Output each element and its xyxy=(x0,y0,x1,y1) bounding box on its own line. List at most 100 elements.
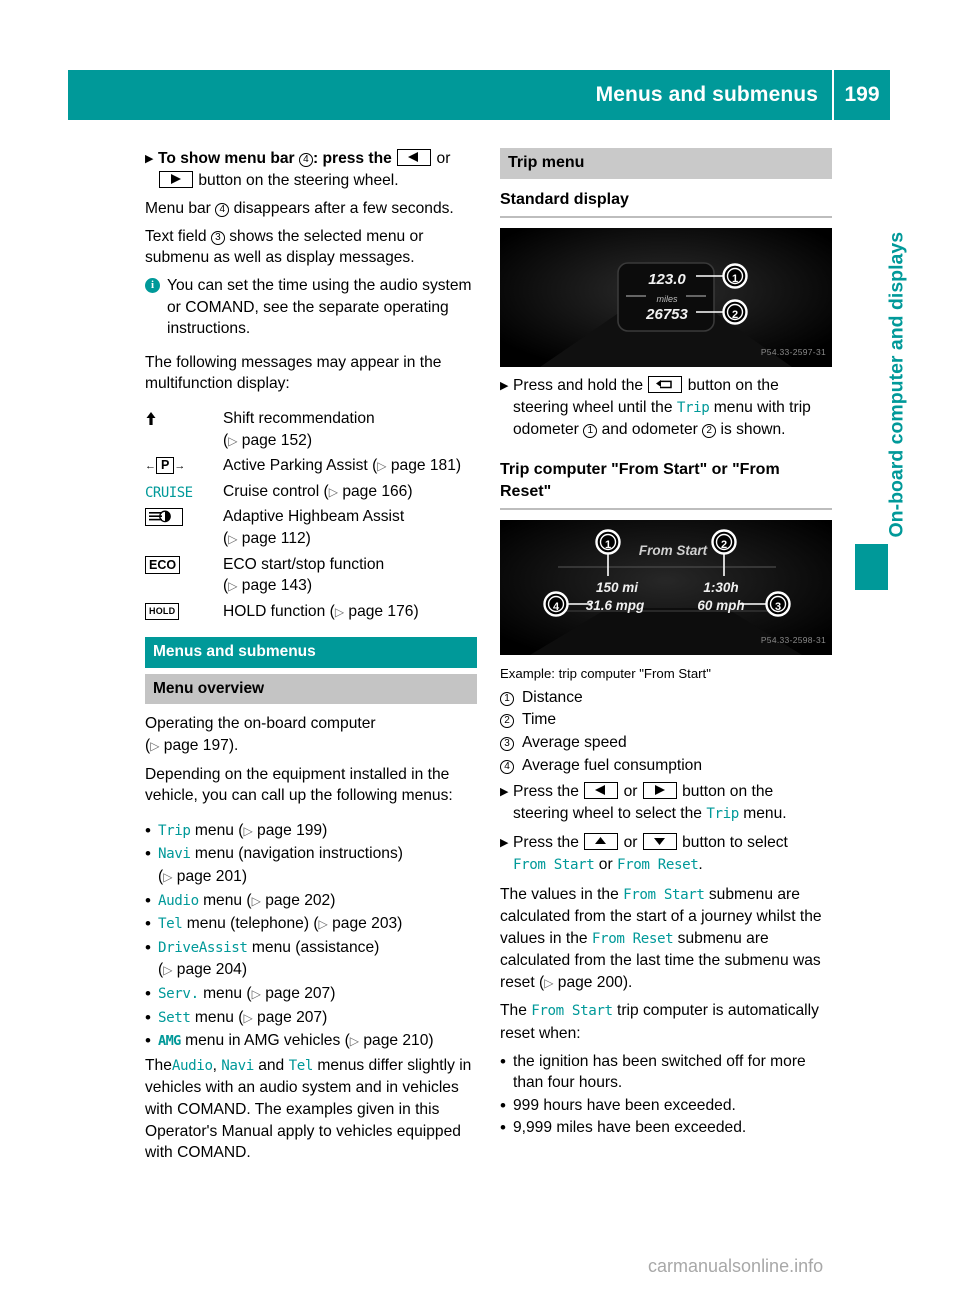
callout-3-icon: 3 xyxy=(210,230,225,245)
step-text: Press the or button on the steering whee… xyxy=(513,781,832,825)
menu-desc: menu (navigation instructions) xyxy=(194,845,403,863)
menu-term: Trip xyxy=(158,822,191,839)
list-item: • 999 hours have been exceeded. xyxy=(500,1095,832,1117)
callout-2-icon: 2 xyxy=(500,709,522,731)
step-arrow-icon: ▶ xyxy=(500,837,509,850)
page-ref: page 207 xyxy=(257,1008,323,1026)
page-ref-icon: ▷ xyxy=(163,870,173,885)
list-item: • 9,999 miles have been exceeded. xyxy=(500,1117,832,1139)
legend-label: Average fuel consumption xyxy=(522,756,703,774)
arrow-left-key-icon[interactable] xyxy=(584,782,619,800)
from-reset-term: From Reset xyxy=(616,856,699,873)
message-row: Adaptive Highbeam Assist (▷ page 112) xyxy=(145,506,477,550)
bullet-icon: • xyxy=(145,820,151,840)
bullet-icon: • xyxy=(145,984,151,1003)
step-arrow-icon: ▶ xyxy=(500,380,509,393)
info-note-text: You can set the time using the audio sys… xyxy=(167,276,472,338)
page-ref-icon: ▷ xyxy=(150,739,160,754)
list-item-text: Serv. menu (▷ page 207) xyxy=(158,985,336,1002)
list-item: • DriveAssist menu (assistance) (▷ page … xyxy=(145,937,477,982)
operating-text: Operating the on-board computer xyxy=(145,715,376,733)
cruise-icon: CRUISE xyxy=(145,481,223,503)
arrow-down-key-icon[interactable] xyxy=(642,833,677,851)
menu-term: DriveAssist xyxy=(158,939,248,956)
step-arrow-icon: ▶ xyxy=(500,786,509,799)
active-parking-assist-icon: ← P → xyxy=(145,457,186,475)
list-item-text: DriveAssist menu (assistance) (▷ page 20… xyxy=(158,938,380,979)
menu-desc: menu (assistance) xyxy=(251,938,380,956)
arrow-right-key-icon[interactable] xyxy=(642,782,677,800)
closing-p1: The xyxy=(145,1056,172,1074)
step-text: Press the or button to select From Start… xyxy=(513,832,832,876)
message-label: Adaptive Highbeam Assist xyxy=(223,508,405,526)
page-title: Menus and submenus xyxy=(595,83,818,106)
para-text-field: Text field 3 shows the selected menu or … xyxy=(145,226,477,269)
list-item-text: 999 hours have been exceeded. xyxy=(513,1096,736,1114)
chapter-side-tab: On-board computer and displays xyxy=(855,140,908,740)
or-word: or xyxy=(598,855,613,873)
page-ref-icon: ▷ xyxy=(251,987,261,1001)
message-row: CRUISE Cruise control (▷ page 166) xyxy=(145,481,477,504)
menu-term: Navi xyxy=(158,846,191,863)
trip-term: Trip xyxy=(706,805,739,822)
step-show-menu-bar: ▶ To show menu bar 4: press the or butto… xyxy=(145,148,477,191)
closing-term-tel: Tel xyxy=(288,1057,314,1074)
legend-item: 4 Average fuel consumption xyxy=(500,755,832,777)
info-icon-wrap: i xyxy=(145,275,167,340)
page-ref-icon: ▷ xyxy=(228,531,238,546)
page-ref: page 207 xyxy=(265,985,331,1002)
page-ref-icon: ▷ xyxy=(228,433,238,448)
message-text: Cruise control (▷ page 166) xyxy=(223,482,413,500)
page-ref: page 181 xyxy=(390,457,456,475)
operating-tail: ). xyxy=(228,737,239,755)
page-ref: page 176 xyxy=(348,602,414,620)
bullet-icon: • xyxy=(500,1095,506,1115)
trip-term: Trip xyxy=(676,399,710,416)
chapter-tab-label: On-board computer and displays xyxy=(885,231,908,538)
left-column: ▶ To show menu bar 4: press the or butto… xyxy=(145,148,477,1170)
list-item-text: Navi menu (navigation instructions) (▷ p… xyxy=(158,845,403,886)
legend-label: Average speed xyxy=(522,733,627,751)
para-post: disappears after a few seconds. xyxy=(233,200,454,218)
para-auto-reset: The From Start trip computer is automati… xyxy=(500,1000,832,1044)
menu-desc: menu xyxy=(203,891,243,909)
right-column: Trip menu Standard display 123.0 miles 2… xyxy=(500,148,832,1140)
message-text: HOLD function (▷ page 176) xyxy=(223,602,419,620)
step-lead: Press the xyxy=(513,834,579,852)
closing-term-navi: Navi xyxy=(221,1057,254,1074)
page-number: 199 xyxy=(844,83,880,106)
figure2-callout-3: 3 xyxy=(774,601,782,614)
menu-term: AMG xyxy=(158,1033,181,1050)
step-tail: is shown. xyxy=(720,421,786,439)
page-ref-icon: ▷ xyxy=(251,893,261,908)
callout-1-icon: 1 xyxy=(583,424,598,439)
page-ref: page 199 xyxy=(257,821,323,839)
adaptive-highbeam-assist-icon xyxy=(145,506,223,528)
arrow-left-key-icon[interactable] xyxy=(397,149,432,166)
callout-1-icon: 1 xyxy=(500,687,522,709)
page-header: Menus and submenus 199 xyxy=(68,70,890,120)
step-tail: button on the steering wheel. xyxy=(198,171,399,189)
list-item: • the ignition has been switched off for… xyxy=(500,1051,832,1094)
chapter-tab-marker xyxy=(855,544,888,590)
back-return-key-icon[interactable] xyxy=(648,376,683,394)
legend-item: 2 Time xyxy=(500,709,832,731)
message-label: Cruise control xyxy=(223,482,320,500)
para-closing: TheAudio, Navi and Tel menus differ slig… xyxy=(145,1055,477,1164)
menu-term: Sett xyxy=(158,1009,191,1026)
page-ref: page 166 xyxy=(342,482,408,500)
closing-p3: and xyxy=(258,1056,285,1074)
legend-item: 1 Distance xyxy=(500,687,832,709)
arrow-right-key-icon[interactable] xyxy=(159,170,193,188)
arrow-up-key-icon[interactable] xyxy=(584,833,619,851)
message-row: ← P → Active Parking Assist (▷ page 181) xyxy=(145,455,477,478)
message-row: HOLD HOLD function (▷ page 176) xyxy=(145,601,477,624)
message-text: ECO start/stop function (▷ page 143) xyxy=(223,555,385,595)
legend-item: 3 Average speed xyxy=(500,732,832,754)
bullet-icon: • xyxy=(145,844,151,864)
list-item: • Navi menu (navigation instructions) (▷… xyxy=(145,843,477,888)
list-item: • Serv. menu (▷ page 207) xyxy=(145,983,477,1006)
bullet-icon: • xyxy=(145,890,151,910)
from-start-term: From Start xyxy=(513,856,595,873)
para-depending: Depending on the equipment installed in … xyxy=(145,765,453,805)
